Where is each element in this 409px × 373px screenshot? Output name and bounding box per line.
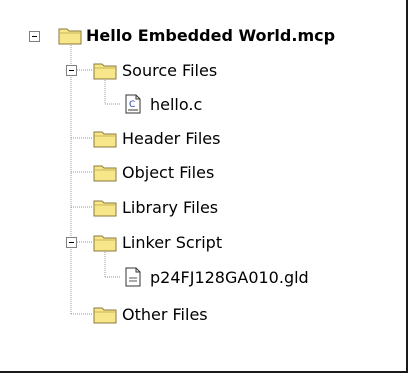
- tree-node-library-files[interactable]: Library Files: [93, 195, 218, 219]
- folder-icon: [58, 28, 82, 45]
- collapse-toggle-root[interactable]: [29, 31, 40, 42]
- hello-c-label: hello.c: [150, 94, 203, 114]
- folder-icon: [93, 235, 117, 252]
- folder-icon: [93, 63, 117, 80]
- tree-node-linker-script[interactable]: Linker Script: [93, 230, 222, 254]
- object-files-label: Object Files: [122, 162, 215, 182]
- tree-node-project[interactable]: Hello Embedded World.mcp: [58, 23, 335, 47]
- folder-icon: [93, 200, 117, 217]
- gld-file-label: p24FJ128GA010.gld: [150, 267, 309, 287]
- library-files-label: Library Files: [122, 197, 219, 217]
- tree-node-header-files[interactable]: Header Files: [93, 126, 220, 150]
- tree-node-other-files[interactable]: Other Files: [93, 302, 208, 326]
- linker-script-label: Linker Script: [122, 232, 223, 252]
- svg-text:C: C: [129, 100, 135, 110]
- tree-node-hello-c[interactable]: C hello.c: [121, 92, 202, 116]
- tree-node-source-files[interactable]: Source Files: [93, 58, 217, 82]
- collapse-toggle-linker-script[interactable]: [66, 237, 77, 248]
- source-files-label: Source Files: [122, 60, 218, 80]
- folder-icon: [93, 165, 117, 182]
- folder-icon: [93, 131, 117, 148]
- tree-node-gld-file[interactable]: p24FJ128GA010.gld: [121, 265, 309, 289]
- c-source-file-icon: C: [125, 94, 141, 114]
- project-tree-panel: Hello Embedded World.mcp Source Files C …: [0, 0, 408, 373]
- other-files-label: Other Files: [122, 304, 208, 324]
- text-file-icon: [125, 267, 141, 287]
- collapse-toggle-source-files[interactable]: [66, 65, 77, 76]
- tree-node-object-files[interactable]: Object Files: [93, 160, 214, 184]
- project-name-label: Hello Embedded World.mcp: [86, 25, 336, 45]
- folder-icon: [93, 307, 117, 324]
- header-files-label: Header Files: [122, 128, 221, 148]
